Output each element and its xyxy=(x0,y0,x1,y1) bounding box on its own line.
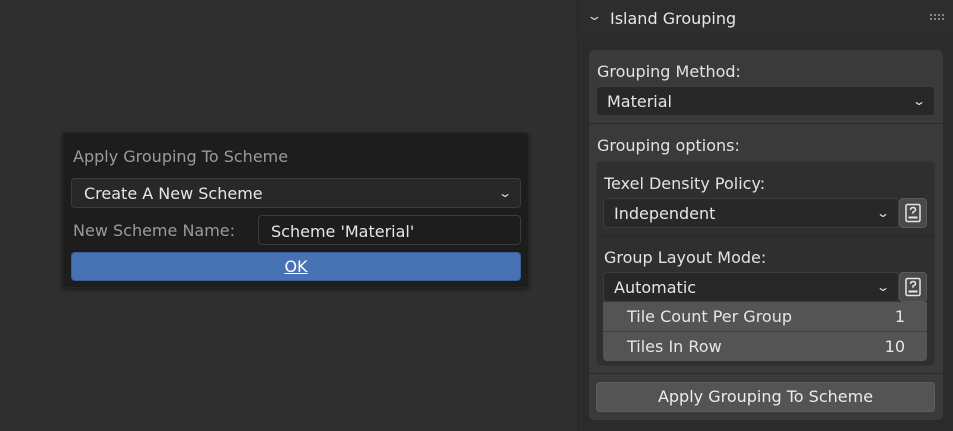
dialog-title: Apply Grouping To Scheme xyxy=(73,147,289,166)
island-grouping-panel: ⌄ Island Grouping Grouping Method: Mater… xyxy=(577,0,953,431)
scheme-name-label: New Scheme Name: xyxy=(73,221,236,240)
grouping-options-box: Texel Density Policy: Independent ⌄ Grou… xyxy=(596,161,936,366)
grouping-options-label: Grouping options: xyxy=(597,136,740,155)
collapse-chevron-icon[interactable]: ⌄ xyxy=(586,9,602,24)
panel-header[interactable]: ⌄ Island Grouping xyxy=(578,0,953,38)
chevron-down-icon: ⌄ xyxy=(497,186,513,200)
tile-count-field[interactable]: Tile Count Per Group 1 xyxy=(603,302,927,331)
grip-icon[interactable] xyxy=(929,13,945,21)
chevron-down-icon: ⌄ xyxy=(875,206,891,220)
texel-density-help-button[interactable] xyxy=(899,198,927,228)
texel-density-value: Independent xyxy=(614,203,716,223)
help-book-icon xyxy=(905,203,921,223)
group-layout-dropdown[interactable]: Automatic ⌄ xyxy=(603,272,899,302)
divider xyxy=(589,373,943,374)
scheme-name-input[interactable]: Scheme 'Material' xyxy=(258,215,521,245)
scheme-dropdown-value: Create A New Scheme xyxy=(84,183,263,203)
grouping-method-value: Material xyxy=(607,91,672,111)
tiles-in-row-label: Tiles In Row xyxy=(627,337,722,356)
group-layout-label: Group Layout Mode: xyxy=(604,248,767,267)
tiles-in-row-field[interactable]: Tiles In Row 10 xyxy=(603,332,927,361)
apply-grouping-dialog: Apply Grouping To Scheme Create A New Sc… xyxy=(62,132,529,288)
grouping-method-label: Grouping Method: xyxy=(597,62,741,81)
tiles-in-row-value: 10 xyxy=(884,337,905,356)
apply-grouping-button[interactable]: Apply Grouping To Scheme xyxy=(596,382,935,412)
chevron-down-icon: ⌄ xyxy=(911,94,927,108)
grouping-method-dropdown[interactable]: Material ⌄ xyxy=(596,86,935,116)
group-layout-value: Automatic xyxy=(614,277,697,297)
group-layout-help-button[interactable] xyxy=(899,272,927,302)
divider xyxy=(597,235,936,236)
panel-body: Grouping Method: Material ⌄ Grouping opt… xyxy=(589,50,943,420)
ok-button[interactable]: OK xyxy=(71,252,521,281)
texel-density-label: Texel Density Policy: xyxy=(604,174,766,193)
divider xyxy=(589,123,943,124)
tile-count-value: 1 xyxy=(894,307,905,326)
help-book-icon xyxy=(905,277,921,297)
panel-title: Island Grouping xyxy=(610,9,737,28)
tile-count-label: Tile Count Per Group xyxy=(627,307,792,326)
chevron-down-icon: ⌄ xyxy=(875,280,891,294)
texel-density-dropdown[interactable]: Independent ⌄ xyxy=(603,198,899,228)
scheme-dropdown[interactable]: Create A New Scheme ⌄ xyxy=(71,178,521,208)
